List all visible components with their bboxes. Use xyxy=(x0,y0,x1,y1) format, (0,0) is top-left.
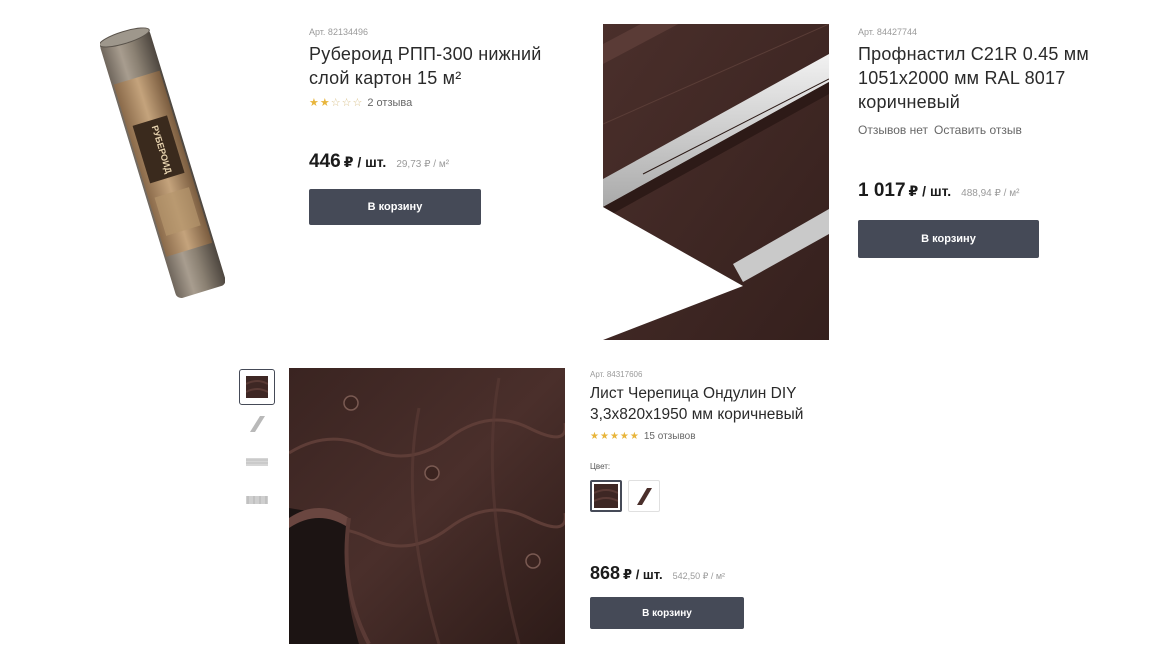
reviews-link[interactable]: 2 отзыва xyxy=(367,97,412,109)
star-rating: ★★★★★ xyxy=(590,431,640,442)
star-icon: ☆ xyxy=(341,97,353,109)
product-title-line: коричневый xyxy=(858,92,961,112)
star-rating: ★★☆☆☆ xyxy=(309,96,363,109)
rating-row[interactable]: ★★★★★ 15 отзывов xyxy=(590,431,696,442)
price-per-m2: 488,94 ₽ / м² xyxy=(961,188,1020,199)
star-icon: ★ xyxy=(599,431,610,442)
product-title[interactable]: Профнастил С21R 0.45 мм 1051x2000 мм RAL… xyxy=(858,42,1089,114)
star-icon: ☆ xyxy=(352,97,364,109)
product-title-line: слой картон 15 м² xyxy=(309,68,462,88)
swatch-image xyxy=(594,484,618,508)
color-swatch-alt[interactable] xyxy=(628,480,660,512)
product-title-line: Рубероид РПП-300 нижний xyxy=(309,44,542,64)
price-per-m2: 542,50 ₽ / м² xyxy=(672,571,726,581)
product-title-line: 1051x2000 мм RAL 8017 xyxy=(858,68,1066,88)
star-icon: ☆ xyxy=(330,97,342,109)
add-to-cart-button[interactable]: В корзину xyxy=(590,597,744,629)
star-icon: ★ xyxy=(590,431,600,442)
color-swatch-brown[interactable] xyxy=(590,480,622,512)
product-title-line: Профнастил С21R 0.45 мм xyxy=(858,44,1089,64)
star-icon: ★ xyxy=(619,431,630,442)
price-value: 446 xyxy=(309,151,341,172)
add-to-cart-button[interactable]: В корзину xyxy=(858,220,1039,258)
price-value: 868 xyxy=(590,563,621,583)
price-row: 868 ₽ / шт. 542,50 ₽ / м² xyxy=(590,563,725,584)
color-label: Цвет: xyxy=(590,462,611,471)
price-row: 1 017 ₽ / шт. 488,94 ₽ / м² xyxy=(858,180,1019,202)
star-icon: ★ xyxy=(319,97,331,109)
gallery-thumbnail[interactable] xyxy=(239,406,275,442)
star-icon: ★ xyxy=(629,431,640,442)
leave-review-link[interactable]: Оставить отзыв xyxy=(934,123,1022,137)
thumbnail-image xyxy=(246,376,268,398)
product-image-profnastil[interactable] xyxy=(603,24,829,340)
price-row: 446 ₽ / шт. 29,73 ₽ / м² xyxy=(309,151,449,173)
thumbnail-image xyxy=(246,496,268,504)
article-number: Арт. 84317606 xyxy=(590,370,643,379)
gallery-thumbnail[interactable] xyxy=(239,369,275,405)
thumbnail-image xyxy=(250,416,265,432)
reviews-link[interactable]: 15 отзывов xyxy=(644,431,696,442)
price-value: 1 017 xyxy=(858,180,906,201)
price-unit: ₽ / шт. xyxy=(623,567,663,582)
article-number: Арт. 84427744 xyxy=(858,27,917,37)
star-icon: ★ xyxy=(609,431,620,442)
product-title-line: 3,3x820x1950 мм коричневый xyxy=(590,406,804,423)
product-title-line: Лист Черепица Ондулин DIY xyxy=(590,385,797,402)
swatch-image xyxy=(637,488,652,505)
product-title[interactable]: Рубероид РПП-300 нижний слой картон 15 м… xyxy=(309,42,542,90)
reviews-row: Отзывов нет Оставить отзыв xyxy=(858,123,1022,137)
rating-row[interactable]: ★★☆☆☆ 2 отзыва xyxy=(309,96,412,110)
article-number: Арт. 82134496 xyxy=(309,27,368,37)
product-image-ruberoid[interactable]: РУБЕРОИД xyxy=(100,24,225,304)
add-to-cart-button[interactable]: В корзину xyxy=(309,189,481,225)
gallery-thumbnail[interactable] xyxy=(239,482,275,518)
thumbnail-image xyxy=(246,458,268,466)
product-title[interactable]: Лист Черепица Ондулин DIY 3,3x820x1950 м… xyxy=(590,383,803,425)
star-icon: ★ xyxy=(309,97,320,109)
price-unit: ₽ / шт. xyxy=(908,183,952,199)
no-reviews-text: Отзывов нет xyxy=(858,123,928,137)
product-image-ondulin[interactable] xyxy=(289,368,565,644)
price-per-m2: 29,73 ₽ / м² xyxy=(396,159,450,170)
price-unit: ₽ / шт. xyxy=(343,154,387,170)
gallery-thumbnail[interactable] xyxy=(239,444,275,480)
